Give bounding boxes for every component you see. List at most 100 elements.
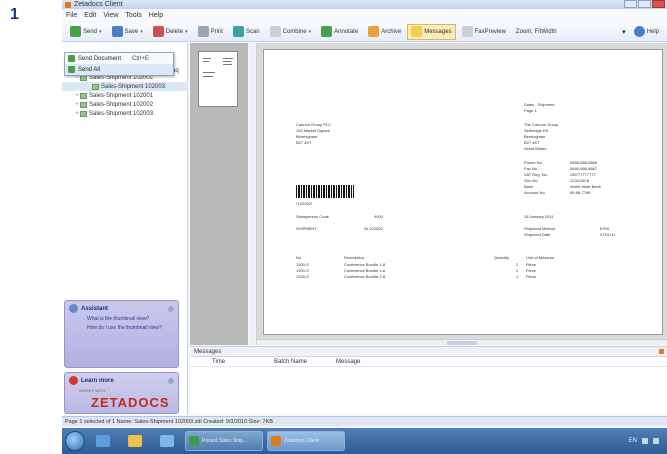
zetadocs-logo[interactable]: ZETADOCS bbox=[91, 395, 170, 410]
doc-ship-to: Sellbridge Rd bbox=[524, 128, 549, 133]
column-header-message[interactable]: Message bbox=[332, 359, 432, 365]
doc-from-line: B27 4KT bbox=[296, 140, 312, 145]
doc-shipment-label: Shipment Method bbox=[524, 226, 556, 231]
doc-from-line: Cannon Group PLC bbox=[296, 122, 332, 127]
tree-item-selected[interactable]: Sales-Shipment 102003 bbox=[62, 82, 188, 91]
barcode-text: *102002* bbox=[296, 201, 313, 206]
step-number: 1 bbox=[10, 6, 19, 23]
tree-item-label: Sales-Shipment 102003 bbox=[89, 110, 154, 117]
tree-item-label: Sales-Shipment 102001 bbox=[89, 92, 154, 99]
tree-item[interactable]: + Sales-Shipment 102001 bbox=[62, 91, 188, 100]
doc-ref-label: Salesperson Code bbox=[296, 214, 329, 219]
pin-icon[interactable] bbox=[659, 349, 664, 354]
annotate-button[interactable]: Annotate bbox=[317, 24, 362, 40]
column-header-time[interactable]: Time bbox=[190, 359, 270, 365]
zoom-select[interactable]: Zoom: FitWidth bbox=[512, 24, 561, 40]
delete-icon bbox=[152, 26, 164, 37]
collapse-icon[interactable] bbox=[168, 305, 174, 312]
column-header-batch-name[interactable]: Batch Name bbox=[270, 359, 332, 365]
delete-button[interactable]: Delete ▾ bbox=[149, 24, 192, 40]
doc-line-cell: 2 bbox=[516, 268, 519, 273]
menu-help[interactable]: Help bbox=[149, 12, 163, 19]
horizontal-scrollbar[interactable] bbox=[257, 339, 667, 345]
save-button[interactable]: Save ▾ bbox=[108, 24, 147, 40]
doc-ship-to: The Cannon Group bbox=[524, 122, 559, 127]
doc-lines-header: No. bbox=[296, 255, 303, 260]
title-bar: Zetadocs Client bbox=[62, 0, 667, 9]
volume-icon[interactable] bbox=[653, 438, 659, 444]
window-controls bbox=[624, 0, 665, 8]
page-thumbnail[interactable] bbox=[198, 51, 238, 107]
menu-bar: File Edit View Tools Help bbox=[62, 10, 667, 21]
start-button[interactable] bbox=[65, 431, 85, 451]
combine-icon bbox=[269, 26, 281, 37]
doc-contact-value: 99-88-7766 bbox=[570, 190, 591, 195]
scroll-thumb[interactable] bbox=[447, 341, 477, 345]
taskbar-pin-ie[interactable] bbox=[89, 431, 117, 451]
doc-line-cell: Conference Bundle 1-8 bbox=[344, 262, 386, 267]
maximize-button[interactable] bbox=[638, 0, 651, 8]
menu-view[interactable]: View bbox=[103, 12, 118, 19]
collapse-icon[interactable] bbox=[168, 377, 174, 384]
messages-icon bbox=[411, 26, 423, 37]
language-indicator[interactable]: EN bbox=[629, 438, 637, 444]
doc-shipment-value: 07/01/11 bbox=[600, 232, 616, 237]
menu-tools[interactable]: Tools bbox=[125, 12, 141, 19]
send-icon bbox=[68, 66, 75, 73]
scan-button[interactable]: Scan bbox=[229, 24, 264, 40]
menu-item-send-document[interactable]: Send Document Ctrl+E bbox=[65, 53, 173, 64]
doc-lines-header: Quantity bbox=[494, 255, 509, 260]
doc-line-cell: Conference Bundle 2-8 bbox=[344, 274, 386, 279]
doc-header-title: Sales - Shipment bbox=[524, 102, 555, 107]
doc-contact-label: Account No. bbox=[524, 190, 546, 195]
tree-item-label: Sales-Shipment 102002 bbox=[89, 101, 154, 108]
send-icon bbox=[68, 55, 75, 62]
menu-edit[interactable]: Edit bbox=[84, 12, 96, 19]
menu-item-send-all[interactable]: Send All bbox=[65, 64, 173, 75]
assistant-link[interactable]: How do I use the thumbnail view? bbox=[65, 325, 165, 331]
doc-line-cell: Piece bbox=[526, 268, 537, 273]
doc-from-line: 192 Market Square bbox=[296, 128, 331, 133]
doc-line-cell: 1928-S bbox=[296, 274, 309, 279]
network-icon[interactable] bbox=[642, 438, 648, 444]
assistant-title: Assistant bbox=[81, 305, 109, 312]
assistant-link[interactable]: What is the thumbnail view? bbox=[65, 316, 165, 322]
annotate-icon bbox=[321, 26, 333, 37]
tree-item[interactable]: + Sales-Shipment 102003 bbox=[62, 109, 188, 118]
doc-contact-value: World Wide Bank bbox=[570, 184, 601, 189]
send-menu: Send Document Ctrl+E Send All bbox=[64, 52, 174, 76]
fax-preview-button[interactable]: FaxPreview bbox=[458, 24, 510, 40]
zetadocs-icon bbox=[271, 436, 281, 446]
learn-more-icon bbox=[69, 376, 78, 385]
doc-lines-header: Description bbox=[344, 255, 365, 260]
taskbar-pin-app[interactable] bbox=[153, 431, 181, 451]
doc-line-cell: 1900-S bbox=[296, 262, 309, 267]
printer-icon bbox=[197, 26, 209, 37]
document-icon bbox=[80, 101, 87, 108]
archive-button[interactable]: Archive bbox=[364, 24, 405, 40]
messages-columns: Time Batch Name Message bbox=[190, 357, 667, 367]
vertical-scrollbar[interactable] bbox=[249, 43, 257, 345]
send-button[interactable]: Send ▾ bbox=[66, 24, 106, 40]
tree-item-label: Sales-Shipment 102003 bbox=[101, 83, 166, 90]
scanner-icon bbox=[232, 26, 244, 37]
chevron-down-icon[interactable]: ▾ bbox=[622, 28, 626, 36]
close-button[interactable] bbox=[652, 0, 665, 8]
doc-contact-label: Phone No. bbox=[524, 160, 543, 165]
print-button[interactable]: Print bbox=[194, 24, 227, 40]
taskbar-pin-explorer[interactable] bbox=[121, 431, 149, 451]
minimize-button[interactable] bbox=[624, 0, 637, 8]
doc-contact-value: GB777777777 bbox=[570, 172, 596, 177]
menu-file[interactable]: File bbox=[66, 12, 77, 19]
messages-button[interactable]: Messages bbox=[407, 23, 456, 40]
combine-button[interactable]: Combine ▾ bbox=[266, 24, 316, 40]
tree-item[interactable]: + Sales-Shipment 102002 bbox=[62, 100, 188, 109]
status-text: Page 1 selected of 1 Name: Sales-Shipmen… bbox=[65, 418, 273, 425]
doc-contact-value: 0666-666-6666 bbox=[570, 160, 598, 165]
assistant-icon bbox=[69, 304, 78, 313]
taskbar-task-active[interactable]: Zetadocs Client bbox=[267, 431, 345, 451]
help-button[interactable]: Help bbox=[630, 24, 663, 40]
taskbar-task[interactable]: Posted Sales Ship... bbox=[185, 431, 263, 451]
doc-shipment-label: Shipment Date bbox=[524, 232, 551, 237]
doc-line-cell: Conference Bundle 1-6 bbox=[344, 268, 386, 273]
